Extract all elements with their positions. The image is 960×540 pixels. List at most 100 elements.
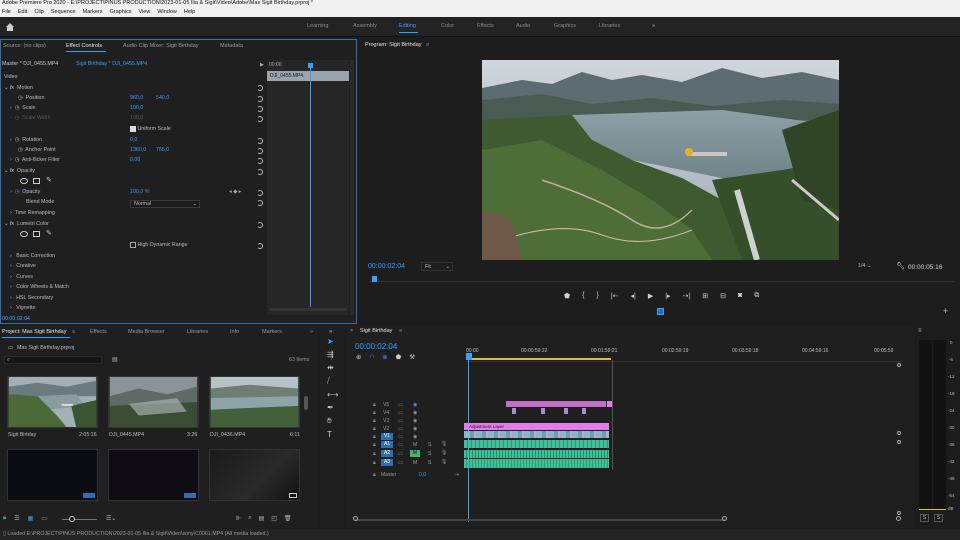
track-a2[interactable]: A2 bbox=[381, 450, 393, 457]
lumetri-color-wheels[interactable]: › Color Wheels & Match bbox=[10, 283, 69, 292]
write-protect-icon[interactable]: 🔒︎ bbox=[3, 515, 6, 522]
menu-window[interactable]: Window bbox=[157, 7, 177, 17]
trash-icon[interactable]: 🗑︎ bbox=[284, 515, 292, 522]
mark-in-icon[interactable]: { bbox=[582, 292, 584, 300]
menu-markers[interactable]: Markers bbox=[83, 7, 103, 17]
lock-icon[interactable]: 🔒︎ bbox=[373, 410, 376, 416]
step-forward-icon[interactable]: |▸ bbox=[665, 292, 670, 300]
selection-tool-icon[interactable]: ➤ bbox=[327, 337, 338, 346]
scroll-handle[interactable] bbox=[896, 516, 901, 521]
project-scrollbar[interactable] bbox=[304, 396, 308, 410]
thumbnail-dji-0436[interactable] bbox=[209, 376, 300, 428]
workspace-more-button[interactable]: » bbox=[652, 23, 655, 29]
new-bin-icon[interactable]: ▤ bbox=[112, 356, 118, 363]
sync-lock-icon[interactable]: ▭ bbox=[398, 402, 403, 408]
program-timecode[interactable]: 00:00:02:04 bbox=[368, 263, 405, 270]
microphone-icon[interactable]: 🎙︎ bbox=[441, 459, 447, 465]
work-area-bar[interactable] bbox=[466, 358, 611, 360]
scale-value[interactable]: 100,0 bbox=[130, 104, 143, 113]
lumetri-scopes-icon[interactable] bbox=[657, 308, 664, 315]
tab-markers[interactable]: Markers bbox=[262, 329, 282, 335]
reset-icon[interactable] bbox=[257, 116, 263, 122]
reset-icon[interactable] bbox=[257, 138, 263, 144]
icon-view-icon[interactable]: ▦ bbox=[28, 515, 34, 522]
find-icon[interactable]: ⌕ bbox=[248, 515, 251, 522]
ellipse-mask-icon[interactable] bbox=[20, 231, 28, 237]
list-view-icon[interactable]: ☰ bbox=[14, 515, 19, 522]
master-track-value[interactable]: 0,0 bbox=[419, 472, 426, 478]
extract-icon[interactable]: ⊟ bbox=[720, 292, 726, 300]
settings-wrench-icon[interactable]: ⚒ bbox=[409, 353, 415, 361]
pen-mask-icon[interactable]: ✎ bbox=[46, 176, 52, 184]
add-marker-icon[interactable]: ⬟ bbox=[396, 353, 402, 361]
thumbnail-dark-clip[interactable] bbox=[108, 449, 199, 501]
add-button-icon[interactable]: + bbox=[943, 306, 948, 316]
tab-effect-controls[interactable]: Effect Controls bbox=[66, 43, 102, 49]
lock-icon[interactable]: 🔒︎ bbox=[373, 426, 376, 432]
track-v3[interactable]: V3 bbox=[383, 418, 389, 424]
clip-v4[interactable] bbox=[512, 408, 516, 414]
comparison-icon[interactable]: ⧉ bbox=[754, 292, 759, 300]
hdr-row[interactable]: High Dynamic Range bbox=[130, 241, 188, 250]
menu-help[interactable]: Help bbox=[184, 7, 195, 17]
program-playhead[interactable] bbox=[372, 276, 377, 282]
sync-lock-icon[interactable]: ▭ bbox=[398, 426, 403, 432]
blend-mode-select[interactable]: Normal ⌄ bbox=[130, 200, 200, 208]
rectangle-mask-icon[interactable] bbox=[33, 178, 40, 184]
workspace-libraries[interactable]: Libraries bbox=[599, 23, 620, 29]
pen-tool-icon[interactable]: ✒ bbox=[327, 403, 338, 412]
sequence-clip-label[interactable]: Sigit Birthday * DJI_0455.MP4 bbox=[76, 60, 147, 69]
menu-view[interactable]: View bbox=[139, 7, 151, 17]
lumetri-group[interactable]: ⌄ fx Lumetri Color bbox=[4, 220, 49, 229]
eye-icon[interactable]: ◉ bbox=[413, 418, 417, 424]
reset-icon[interactable] bbox=[257, 200, 263, 206]
menu-sequence[interactable]: Sequence bbox=[51, 7, 76, 17]
razor-tool-icon[interactable]: ⧸ bbox=[327, 376, 338, 386]
hand-tool-icon[interactable]: ✋︎ bbox=[327, 416, 338, 426]
eye-icon[interactable]: ◉ bbox=[413, 426, 417, 432]
step-back-icon[interactable]: ◂| bbox=[630, 292, 635, 300]
home-icon[interactable] bbox=[5, 22, 15, 31]
reset-icon[interactable] bbox=[257, 148, 263, 154]
mute-button-active[interactable]: M bbox=[410, 450, 420, 457]
time-ruler[interactable]: 00:00 00:00:59:22 00:01:59:21 00:02:59:1… bbox=[466, 340, 902, 362]
tab-info[interactable]: Info bbox=[230, 329, 239, 335]
solo-right-button[interactable]: S bbox=[934, 514, 943, 522]
tab-libraries[interactable]: Libraries bbox=[187, 329, 208, 335]
scroll-handle[interactable] bbox=[722, 516, 727, 521]
item-name[interactable]: Sigit Birtday bbox=[8, 432, 36, 438]
new-item-icon[interactable]: ◰ bbox=[271, 515, 277, 522]
hdr-checkbox[interactable] bbox=[130, 241, 136, 248]
lock-icon[interactable]: 🔒︎ bbox=[373, 460, 376, 466]
ec-mini-timeline[interactable]: 00:00 DJI_0455.MP4 bbox=[267, 60, 349, 315]
rectangle-mask-icon[interactable] bbox=[33, 231, 40, 237]
master-clip-label[interactable]: Master * DJI_0455.MP4 bbox=[2, 60, 58, 69]
thumbnail-dark-clip[interactable] bbox=[7, 449, 98, 501]
sync-lock-icon[interactable]: ▭ bbox=[398, 460, 403, 466]
timeline-timecode[interactable]: 00:00:02:04 bbox=[355, 342, 397, 351]
program-scrubber[interactable] bbox=[369, 275, 954, 282]
position-x-value[interactable]: 960,0 bbox=[130, 94, 143, 103]
clip-v5[interactable] bbox=[506, 401, 606, 407]
position-y-value[interactable]: 540,0 bbox=[156, 94, 169, 103]
track-select-tool-icon[interactable]: ⇶ bbox=[327, 350, 338, 359]
new-bin-icon[interactable]: ▤ bbox=[259, 515, 265, 522]
scroll-handle[interactable] bbox=[897, 440, 901, 444]
track-v2[interactable]: V2 bbox=[383, 426, 389, 432]
ec-timecode[interactable]: 00:00:02:04 bbox=[2, 316, 30, 322]
lift-icon[interactable]: ⊞ bbox=[702, 292, 708, 300]
pen-mask-icon[interactable]: ✎ bbox=[46, 229, 52, 237]
thumb-zoom-slider[interactable] bbox=[62, 519, 97, 520]
workspace-audio[interactable]: Audio bbox=[516, 23, 530, 29]
track-v4[interactable]: V4 bbox=[383, 410, 389, 416]
nest-icon[interactable]: ⊕ bbox=[356, 353, 361, 361]
scroll-handle[interactable] bbox=[897, 363, 901, 367]
solo-button[interactable]: S bbox=[428, 451, 431, 457]
mute-button[interactable]: M bbox=[413, 460, 417, 466]
ripple-edit-tool-icon[interactable]: ⇹ bbox=[327, 363, 338, 372]
clip-adjustment-layer[interactable]: Adjustment Layer bbox=[464, 423, 609, 430]
anchor-y-value[interactable]: 765,0 bbox=[156, 146, 169, 155]
reset-icon[interactable] bbox=[257, 243, 263, 249]
slip-tool-icon[interactable]: ⟷ bbox=[327, 390, 338, 399]
keyframe-nav[interactable]: ◂ ◆ ▸ bbox=[229, 188, 241, 197]
